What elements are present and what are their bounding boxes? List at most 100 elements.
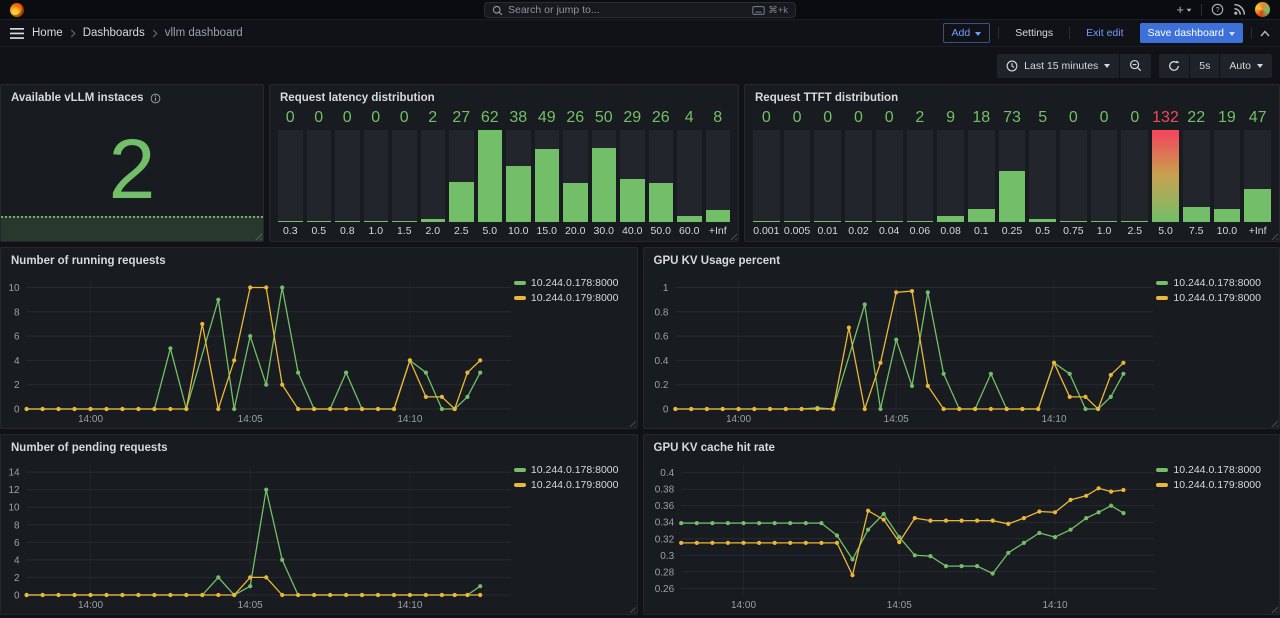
bar-bucket-label: 0.5 [1029, 222, 1056, 237]
panel-header[interactable]: Number of running requests [1, 248, 637, 270]
settings-button[interactable]: Settings [1007, 23, 1061, 43]
bar: 47 +Inf [1244, 109, 1271, 237]
svg-text:2: 2 [14, 573, 20, 584]
panel-title: Number of pending requests [11, 442, 168, 454]
zoom-out-button[interactable] [1120, 54, 1151, 78]
bar: 0 0.001 [753, 109, 780, 237]
legend-item[interactable]: 10.244.0.178:8000 [1156, 464, 1261, 476]
bar-fill [784, 221, 811, 223]
help-icon[interactable]: ? [1211, 3, 1224, 16]
bar: 22 7.5 [1183, 109, 1210, 237]
dashboard-controls: Last 15 minutes 5s Auto [0, 47, 1280, 84]
time-series-chart[interactable]: 00.20.40.60.8114:0014:0514:1010.244.0.17… [648, 270, 1276, 426]
panel-gpu-kv-usage: GPU KV Usage percent 00.20.40.60.8114:00… [643, 247, 1280, 429]
bar-value: 0 [364, 109, 389, 130]
bar-track [968, 130, 995, 222]
panel-header[interactable]: Request latency distribution [270, 85, 738, 107]
search-input[interactable] [508, 4, 747, 16]
time-series-chart[interactable]: 024681014:0014:0514:1010.244.0.178:80001… [5, 270, 633, 426]
panel-header[interactable]: Available vLLM instaces [1, 85, 263, 107]
legend-item[interactable]: 10.244.0.179:8000 [514, 292, 619, 304]
bar: 26 20.0 [563, 109, 588, 237]
bar-track [1183, 130, 1210, 222]
time-series-chart[interactable]: 0246810121414:0014:0514:1010.244.0.178:8… [5, 457, 633, 612]
panel-header[interactable]: Number of pending requests [1, 435, 637, 457]
search-bar[interactable]: ⌘+k [484, 2, 796, 18]
menu-hamburger-icon[interactable] [10, 28, 24, 39]
add-button[interactable]: Add [943, 23, 991, 43]
add-menu-button[interactable]: + [1176, 2, 1192, 17]
bar-bucket-label: 20.0 [563, 222, 588, 237]
svg-text:1: 1 [662, 283, 668, 294]
exit-edit-button[interactable]: Exit edit [1078, 23, 1131, 43]
bar: 29 40.0 [620, 109, 645, 237]
time-range-picker[interactable]: Last 15 minutes [997, 54, 1119, 78]
panel-title: Available vLLM instaces [11, 92, 144, 104]
info-icon[interactable] [150, 93, 161, 104]
refresh-interval-label[interactable]: 5s [1190, 54, 1219, 78]
save-dashboard-button[interactable]: Save dashboard [1140, 23, 1243, 43]
panel-header[interactable]: GPU KV Usage percent [644, 248, 1280, 270]
bar-value: 73 [999, 109, 1026, 130]
time-series-chart[interactable]: 0.260.280.30.320.340.360.380.414:0014:05… [648, 457, 1276, 612]
bar-value: 0 [784, 109, 811, 130]
bar-bucket-label: 40.0 [620, 222, 645, 237]
bar-track [814, 130, 841, 222]
bar-value: 38 [506, 109, 531, 130]
bar-fill [563, 183, 588, 222]
collapse-chevron-up-icon[interactable] [1260, 30, 1270, 37]
bar: 4 60.0 [677, 109, 702, 237]
bar-fill [421, 219, 446, 222]
bar-fill [592, 148, 617, 222]
panel-kv-cache-hit-rate: GPU KV cache hit rate 0.260.280.30.320.3… [643, 434, 1280, 615]
bar-value: 0 [876, 109, 903, 130]
bar-value: 4 [677, 109, 702, 130]
keyboard-icon [752, 6, 765, 15]
stat-value: 2 [1, 127, 263, 211]
breadcrumb-home[interactable]: Home [32, 27, 63, 39]
grafana-logo[interactable] [10, 3, 24, 17]
breadcrumb-dashboards[interactable]: Dashboards [83, 27, 145, 39]
legend-item[interactable]: 10.244.0.179:8000 [1156, 479, 1261, 491]
bar-track [335, 130, 360, 222]
panel-header[interactable]: GPU KV cache hit rate [644, 435, 1280, 457]
divider [1201, 4, 1202, 16]
bar: 0 1.0 [364, 109, 389, 237]
svg-text:14:00: 14:00 [78, 600, 103, 611]
svg-text:14:10: 14:10 [1042, 600, 1067, 611]
bar-fill [364, 221, 389, 223]
legend-item[interactable]: 10.244.0.179:8000 [514, 479, 619, 491]
legend-swatch [1156, 483, 1168, 487]
bar: 26 50.0 [649, 109, 674, 237]
search-icon [492, 5, 503, 16]
user-avatar[interactable] [1255, 2, 1270, 17]
legend-item[interactable]: 10.244.0.178:8000 [514, 464, 619, 476]
panel-running-requests: Number of running requests 024681014:001… [0, 247, 638, 429]
refresh-button[interactable] [1159, 54, 1189, 78]
bar-fill [968, 209, 995, 222]
bar-gauge[interactable]: 0 0.001 0 0.005 0 0.01 0 0.02 0 [745, 107, 1279, 241]
bar-bucket-label: 0.3 [278, 222, 303, 237]
svg-text:0: 0 [14, 405, 20, 416]
bar: 0 0.75 [1060, 109, 1087, 237]
bar-bucket-label: 0.06 [907, 222, 934, 237]
bar-bucket-label: 60.0 [677, 222, 702, 237]
top-nav: ⌘+k + ? [0, 0, 1280, 20]
bar-fill [478, 130, 503, 222]
panel-header[interactable]: Request TTFT distribution [745, 85, 1279, 107]
bar-value: 47 [1244, 109, 1271, 130]
bar-gauge[interactable]: 0 0.3 0 0.5 0 0.8 0 1.0 0 [270, 107, 738, 241]
legend-item[interactable]: 10.244.0.179:8000 [1156, 292, 1261, 304]
panel-title: GPU KV cache hit rate [654, 442, 775, 454]
bar-track [592, 130, 617, 222]
bar-track [1121, 130, 1148, 222]
legend-swatch [514, 468, 526, 472]
legend-item[interactable]: 10.244.0.178:8000 [514, 277, 619, 289]
divider [1251, 27, 1252, 39]
bar-track [784, 130, 811, 222]
news-rss-icon[interactable] [1233, 3, 1246, 16]
legend-item[interactable]: 10.244.0.178:8000 [1156, 277, 1261, 289]
svg-text:14:10: 14:10 [397, 600, 422, 611]
chart-legend: 10.244.0.178:8000 10.244.0.179:8000 [1156, 277, 1261, 304]
auto-refresh-dropdown[interactable]: Auto [1220, 54, 1272, 78]
